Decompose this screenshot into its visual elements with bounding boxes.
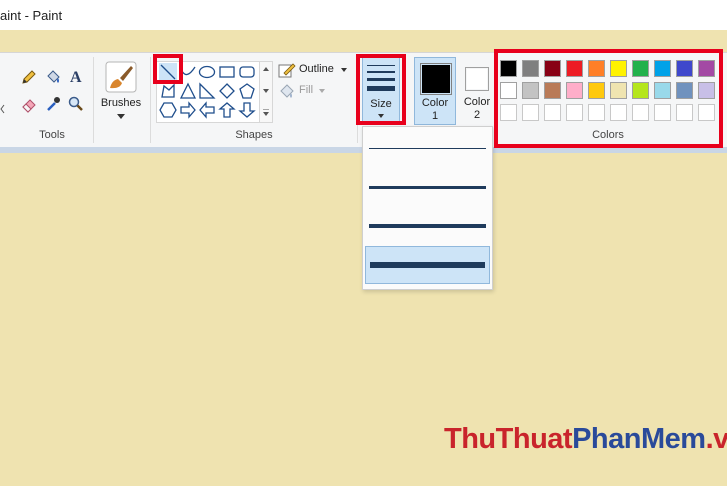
- brush-icon: [105, 61, 137, 93]
- fill-bucket-icon[interactable]: [44, 68, 62, 86]
- tools-group-label: Tools: [39, 129, 65, 141]
- hexagon-shape-icon[interactable]: [159, 101, 177, 119]
- magnifier-icon[interactable]: [67, 95, 85, 113]
- highlight-colors-palette: [494, 49, 723, 148]
- color1-button[interactable]: Color 1: [414, 57, 456, 125]
- rounded-rectangle-shape-icon[interactable]: [238, 63, 256, 81]
- color1-swatch: [420, 63, 452, 95]
- highlight-line-tool: [153, 54, 183, 84]
- color2-swatch: [465, 67, 489, 91]
- color-picker-icon[interactable]: [44, 95, 62, 113]
- size-dropdown: [362, 126, 493, 290]
- diamond-shape-icon[interactable]: [218, 82, 236, 100]
- scroll-down-icon[interactable]: [263, 89, 269, 93]
- down-arrow-shape-icon[interactable]: [238, 101, 256, 119]
- chevron-down-icon: [117, 114, 125, 119]
- separator: [150, 57, 151, 143]
- text-icon[interactable]: A: [67, 67, 85, 85]
- size-option-3px[interactable]: [365, 168, 490, 206]
- pencil-icon[interactable]: [20, 68, 38, 86]
- scroll-up-icon[interactable]: [263, 67, 269, 71]
- window-title: aint - Paint: [0, 8, 63, 23]
- color1-value: [422, 65, 450, 93]
- fill-icon: [280, 84, 294, 98]
- right-triangle-shape-icon[interactable]: [198, 82, 216, 100]
- fill-button[interactable]: Fill: [278, 82, 350, 100]
- eraser-icon[interactable]: [20, 95, 38, 113]
- brushes-label: Brushes: [100, 97, 142, 109]
- watermark: ThuThuatPhanMem.vn: [444, 423, 727, 455]
- size-option-8px[interactable]: [365, 246, 490, 284]
- brushes-button[interactable]: Brushes: [97, 57, 145, 121]
- color2-button[interactable]: Color 2: [458, 57, 496, 125]
- color2-value: [467, 69, 487, 89]
- chevron-down-icon: [341, 68, 347, 72]
- left-arrow-shape-icon[interactable]: [198, 101, 216, 119]
- shapes-scrollbar[interactable]: [259, 61, 273, 123]
- fill-label: Fill: [299, 84, 314, 96]
- up-arrow-shape-icon[interactable]: [218, 101, 236, 119]
- title-bar: aint - Paint: [0, 0, 727, 30]
- svg-text:A: A: [70, 69, 82, 85]
- color2-label: Color 2: [463, 96, 491, 121]
- outline-icon: [278, 63, 296, 78]
- oval-shape-icon[interactable]: [198, 63, 216, 81]
- shapes-group-label: Shapes: [235, 129, 273, 141]
- size-option-1px[interactable]: [365, 129, 490, 167]
- right-arrow-shape-icon[interactable]: [179, 101, 197, 119]
- separator: [93, 57, 94, 143]
- outline-label: Outline: [299, 63, 334, 75]
- scroll-left-icon: [0, 104, 5, 114]
- triangle-shape-icon[interactable]: [179, 82, 197, 100]
- chevron-down-icon: [319, 89, 325, 93]
- outline-button[interactable]: Outline: [278, 61, 350, 79]
- color1-label: Color 1: [421, 97, 449, 122]
- pentagon-shape-icon[interactable]: [238, 82, 256, 100]
- expand-gallery-icon[interactable]: [263, 109, 269, 116]
- rectangle-shape-icon[interactable]: [218, 63, 236, 81]
- polygon-shape-icon[interactable]: [159, 82, 177, 100]
- highlight-size-button: [356, 54, 406, 125]
- size-option-5px[interactable]: [365, 207, 490, 245]
